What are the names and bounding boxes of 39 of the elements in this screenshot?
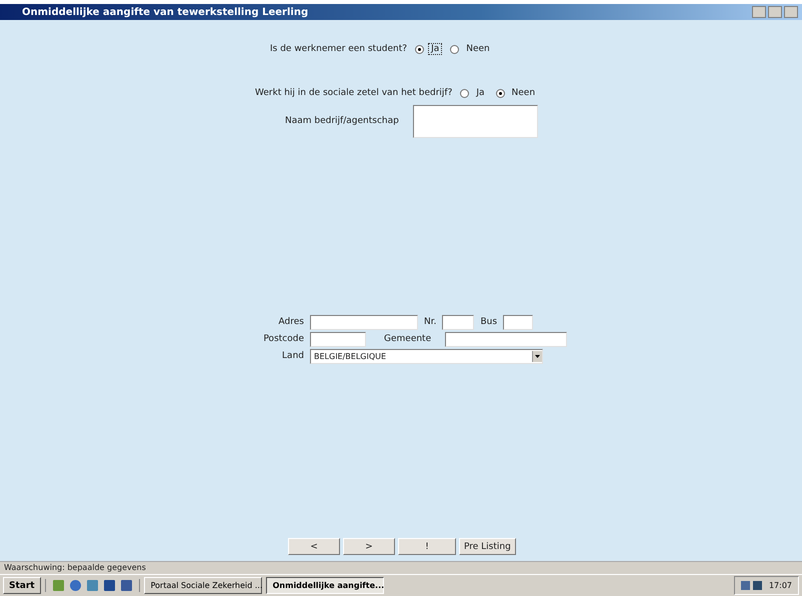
start-button[interactable]: Start <box>3 577 41 594</box>
radio-button[interactable] <box>415 44 424 54</box>
dropdown-value: BELGIE/BELGIQUE <box>314 352 386 360</box>
nav-button[interactable]: > <box>343 538 395 555</box>
input-field[interactable] <box>310 332 366 346</box>
radio-label: Neen <box>510 87 536 99</box>
dropdown[interactable]: BELGIE/BELGIQUE <box>310 348 543 364</box>
field-label: Bus <box>480 317 498 327</box>
radio-label: Ja <box>474 87 486 99</box>
field-label: Gemeente <box>384 334 432 344</box>
globe-icon[interactable] <box>68 579 82 592</box>
taskbar-task[interactable]: Onmiddellijke aangifte... <box>266 577 384 594</box>
input-field[interactable] <box>412 104 538 138</box>
question-label: Werkt hij in de sociale zetel van het bedrijf? <box>255 88 452 98</box>
clock: 17:07 <box>768 581 792 590</box>
field-label: Land <box>281 351 304 361</box>
input-field[interactable] <box>442 314 474 330</box>
maximize-button[interactable] <box>768 6 782 18</box>
radio-label: Neen <box>465 43 491 55</box>
question-label: Is de werknemer een student? <box>270 44 408 54</box>
minimize-button[interactable] <box>752 6 766 18</box>
radio-button[interactable] <box>460 88 470 98</box>
taskbar-task[interactable]: Portaal Sociale Zekerheid ... <box>144 577 262 594</box>
nav-button[interactable]: Pre Listing <box>459 538 516 555</box>
nav-button[interactable]: ! <box>398 538 456 555</box>
input-field[interactable] <box>503 314 534 330</box>
window-title: Onmiddellijke aangifte van tewerkstelling Leerling <box>22 6 310 18</box>
status-bar: Waarschuwing: bepaalde gegevens <box>0 561 802 574</box>
input-field[interactable] <box>310 314 418 330</box>
nav-button[interactable]: < <box>288 538 340 555</box>
field-label: Adres <box>278 317 304 327</box>
close-button[interactable] <box>784 6 798 18</box>
field-label: Naam bedrijf/agentschap <box>285 116 399 126</box>
field-label: Nr. <box>424 317 436 327</box>
radio-label: Ja <box>428 43 442 55</box>
radio-button[interactable] <box>450 44 460 54</box>
field-label: Postcode <box>262 334 304 344</box>
radio-button[interactable] <box>496 88 505 98</box>
input-field[interactable] <box>445 332 568 346</box>
